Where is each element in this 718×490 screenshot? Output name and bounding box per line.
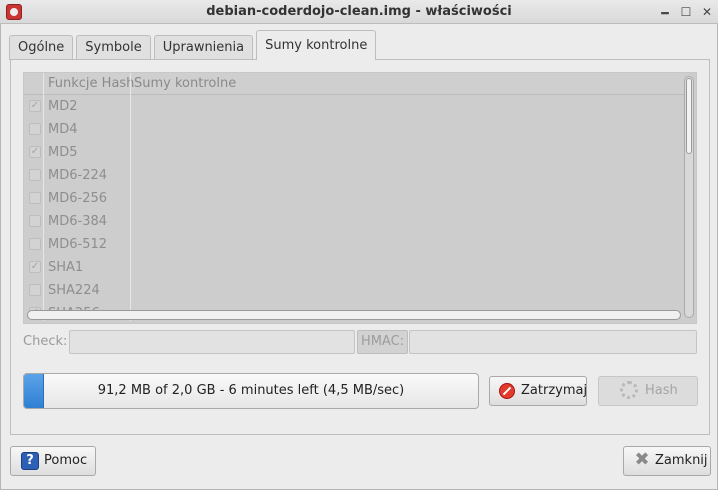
hmac-button[interactable]: HMAC: <box>357 330 408 354</box>
minimize-icon[interactable]: 🗕 <box>658 5 672 19</box>
column-header-checksum[interactable]: Sumy kontrolne <box>130 73 236 95</box>
window-title: debian-coderdojo-clean.img - właściwości <box>206 4 512 19</box>
hash-row[interactable]: MD6-384 <box>24 210 684 233</box>
hash-list[interactable]: Funkcje Hash Sumy kontrolne ✓ MD2 MD4 ✓ MD5 M… <box>23 72 697 324</box>
hash-checkbox[interactable] <box>29 169 41 181</box>
close-icon: ✖ <box>634 449 650 470</box>
tab-general[interactable]: Ogólne <box>9 35 74 60</box>
hash-row[interactable]: ✓ SHA1 <box>24 256 684 279</box>
hash-checkbox[interactable] <box>29 123 41 135</box>
hash-row[interactable]: MD4 <box>24 118 684 141</box>
hash-checkbox[interactable]: ✓ <box>29 100 41 112</box>
hash-name: MD6-256 <box>48 191 108 206</box>
hash-checkbox[interactable] <box>29 192 41 204</box>
hash-name: SHA1 <box>48 260 84 275</box>
help-icon: ? <box>21 452 39 470</box>
hash-row[interactable]: SHA224 <box>24 279 684 302</box>
hash-checkbox[interactable] <box>29 284 41 296</box>
check-input[interactable] <box>69 330 355 354</box>
hash-name: MD6-512 <box>48 237 108 252</box>
stop-icon <box>499 383 515 399</box>
help-button[interactable]: ? Pomoc <box>10 446 96 476</box>
hash-button[interactable]: Hash <box>598 376 698 406</box>
progress-bar: 91,2 MB of 2,0 GB - 6 minutes left (4,5 … <box>23 373 479 409</box>
horizontal-scrollbar[interactable] <box>27 310 681 320</box>
stop-label: Zatrzymaj <box>521 383 588 398</box>
column-header-hash[interactable]: Funkcje Hash <box>44 73 134 95</box>
stop-button[interactable]: Zatrzymaj <box>489 376 587 406</box>
tab-bar: Ogólne Symbole Uprawnienia Sumy kontroln… <box>9 30 379 60</box>
hash-row[interactable]: ✓ MD2 <box>24 95 684 118</box>
hash-name: MD5 <box>48 145 78 160</box>
hash-label: Hash <box>645 383 678 398</box>
hash-row[interactable]: MD6-512 <box>24 233 684 256</box>
close-label: Zamknij <box>655 453 708 468</box>
gear-icon <box>620 381 638 399</box>
hash-name: MD2 <box>48 99 78 114</box>
check-row: Check: HMAC: <box>23 330 699 354</box>
hash-name: MD4 <box>48 122 78 137</box>
hash-row[interactable]: MD6-224 <box>24 164 684 187</box>
vertical-scroll-thumb[interactable] <box>686 78 692 154</box>
checksums-panel: Funkcje Hash Sumy kontrolne ✓ MD2 MD4 ✓ MD5 M… <box>10 59 710 435</box>
hash-row[interactable]: ✓ MD5 <box>24 141 684 164</box>
app-icon[interactable] <box>6 4 22 20</box>
hmac-input[interactable] <box>409 330 697 354</box>
hash-name: MD6-384 <box>48 214 108 229</box>
hash-name: SHA224 <box>48 283 100 298</box>
hash-checkbox[interactable]: ✓ <box>29 146 41 158</box>
properties-window: Ogólne Symbole Uprawnienia Sumy kontroln… <box>0 24 718 490</box>
hash-name: MD6-224 <box>48 168 108 183</box>
tab-checksums[interactable]: Sumy kontrolne <box>256 30 377 60</box>
title-bar: debian-coderdojo-clean.img - właściwości… <box>0 0 718 24</box>
tab-permissions[interactable]: Uprawnienia <box>153 35 254 60</box>
hash-checkbox[interactable] <box>29 215 41 227</box>
hash-checkbox[interactable] <box>29 238 41 250</box>
list-header: Funkcje Hash Sumy kontrolne <box>24 73 684 95</box>
hash-row[interactable]: MD6-256 <box>24 187 684 210</box>
help-label: Pomoc <box>44 453 88 468</box>
close-button[interactable]: ✖ Zamknij <box>623 446 711 476</box>
vertical-scrollbar[interactable] <box>684 76 694 318</box>
hash-checkbox[interactable]: ✓ <box>29 261 41 273</box>
close-window-icon[interactable]: ✕ <box>700 5 714 19</box>
progress-text: 91,2 MB of 2,0 GB - 6 minutes left (4,5 … <box>97 383 405 398</box>
maximize-icon[interactable]: ☐ <box>679 5 693 19</box>
check-label: Check: <box>23 334 68 349</box>
tab-symbols[interactable]: Symbole <box>76 35 151 60</box>
